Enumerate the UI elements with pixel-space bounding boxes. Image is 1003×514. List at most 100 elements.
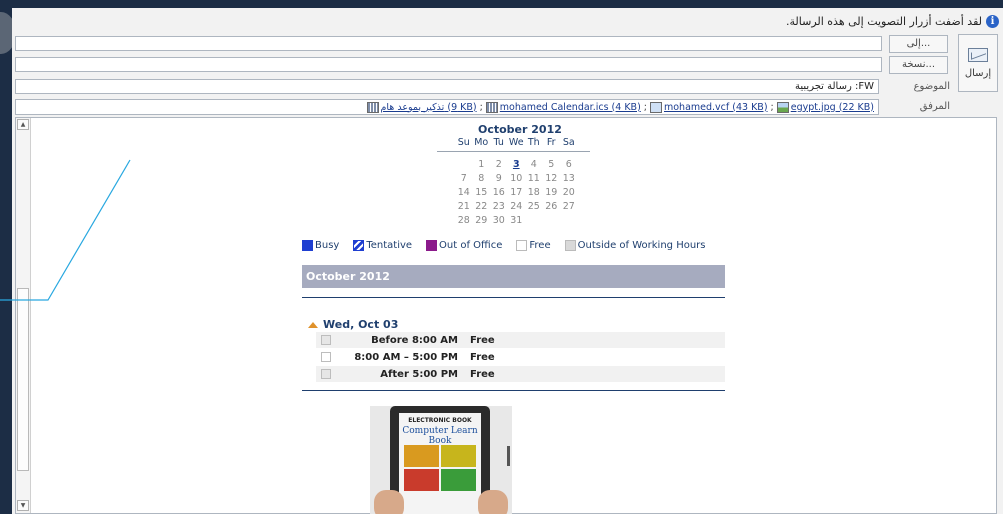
book-tile bbox=[441, 445, 476, 467]
calendar-file-icon bbox=[485, 101, 498, 113]
scroll-up-arrow-icon[interactable]: ▲ bbox=[17, 119, 29, 130]
slot-status-swatch bbox=[321, 369, 331, 379]
attachment-label: المرفق bbox=[919, 101, 950, 112]
calendar-days: 1 2 3 4 5 6 7 8 9 10 11 12 13 14 15 16 17 18 19 20 21 22 23 24 2… bbox=[455, 158, 575, 228]
slot-status: Free bbox=[470, 334, 495, 346]
calendar-day[interactable]: 28 bbox=[455, 214, 473, 228]
calendar-day[interactable]: 21 bbox=[455, 200, 473, 214]
attachment-separator: ; bbox=[770, 101, 774, 113]
subject-value: FW: رسالة تجريبية bbox=[795, 81, 874, 92]
calendar-day[interactable]: 14 bbox=[455, 186, 473, 200]
scroll-thumb[interactable] bbox=[17, 288, 29, 471]
calendar-day[interactable]: 31 bbox=[508, 214, 526, 228]
calendar-day[interactable]: 12 bbox=[543, 172, 561, 186]
busy-swatch-icon bbox=[302, 240, 313, 251]
calendar-week-row: 123456 bbox=[455, 158, 575, 172]
attachment-separator: ; bbox=[479, 101, 483, 113]
to-field[interactable] bbox=[15, 36, 882, 51]
calendar-day[interactable]: 1 bbox=[473, 158, 491, 172]
collapse-triangle-icon[interactable] bbox=[308, 321, 318, 328]
weekday: Sa bbox=[562, 137, 575, 148]
calendar-day[interactable]: 26 bbox=[543, 200, 561, 214]
calendar-day[interactable]: 6 bbox=[560, 158, 578, 172]
outside-hours-swatch-icon bbox=[564, 240, 576, 251]
attachment-item[interactable]: mohamed.vcf (43 KB) bbox=[649, 101, 768, 113]
legend-item: Outside of Working Hours bbox=[564, 240, 706, 251]
subject-label: الموضوع bbox=[913, 81, 950, 92]
contact-card-icon bbox=[649, 101, 662, 113]
legend-item: Busy bbox=[302, 240, 339, 251]
to-button[interactable]: إلى... bbox=[889, 35, 948, 53]
calendar-week-row: 28 29 30 31 bbox=[455, 214, 575, 228]
attachment-item[interactable]: egypt.jpg (22 KB) bbox=[776, 101, 874, 113]
calendar-day[interactable]: 19 bbox=[543, 186, 561, 200]
ebook-screen: ELECTRONIC BOOK Computer Learn Book bbox=[399, 413, 481, 514]
calendar-day[interactable]: 24 bbox=[508, 200, 526, 214]
ebook-tiles bbox=[404, 445, 476, 491]
ebook-title: Computer Learn Book bbox=[402, 426, 478, 446]
calendar-day[interactable]: 29 bbox=[473, 214, 491, 228]
ebook-device: ELECTRONIC BOOK Computer Learn Book bbox=[390, 406, 510, 514]
weekday: We bbox=[508, 137, 524, 148]
slot-time: After 5:00 PM bbox=[380, 368, 458, 380]
calendar-day[interactable]: 23 bbox=[490, 200, 508, 214]
day-heading-label: Wed, Oct 03 bbox=[323, 318, 399, 331]
calendar-day[interactable]: 11 bbox=[525, 172, 543, 186]
send-button[interactable]: إرسال bbox=[958, 34, 998, 92]
calendar-day[interactable]: 9 bbox=[490, 172, 508, 186]
ebook-label: ELECTRONIC BOOK bbox=[408, 417, 472, 424]
calendar-day[interactable]: 18 bbox=[525, 186, 543, 200]
cc-field[interactable] bbox=[15, 57, 882, 72]
calendar-day[interactable]: 2 bbox=[490, 158, 508, 172]
calendar-day[interactable]: 15 bbox=[473, 186, 491, 200]
tentative-swatch-icon bbox=[353, 240, 365, 251]
free-swatch-icon bbox=[516, 240, 528, 251]
slot-time: 8:00 AM – 5:00 PM bbox=[354, 351, 458, 363]
to-button-label: إلى... bbox=[906, 38, 931, 49]
calendar-day[interactable]: 17 bbox=[508, 186, 526, 200]
out-of-office-swatch-icon bbox=[426, 240, 438, 251]
hand-right bbox=[478, 490, 508, 514]
day-heading[interactable]: Wed, Oct 03 bbox=[308, 318, 398, 331]
book-tile bbox=[404, 445, 439, 467]
image-file-icon bbox=[776, 101, 789, 113]
scroll-down-arrow-icon[interactable]: ▼ bbox=[17, 500, 29, 511]
slot-status: Free bbox=[470, 351, 495, 363]
ebook-image: ELECTRONIC BOOK Computer Learn Book bbox=[370, 406, 512, 514]
weekday: Su bbox=[457, 137, 470, 148]
calendar-day[interactable]: 4 bbox=[525, 158, 543, 172]
calendar-day[interactable]: 27 bbox=[560, 200, 578, 214]
calendar-day[interactable]: 8 bbox=[473, 172, 491, 186]
calendar-month-title: October 2012 bbox=[478, 123, 562, 136]
vertical-scrollbar[interactable]: ▲ ▼ bbox=[16, 118, 31, 513]
cc-button-label: نسخة... bbox=[901, 59, 936, 70]
slot-status-swatch bbox=[321, 335, 331, 345]
legend-label: Outside of Working Hours bbox=[577, 240, 706, 251]
slot-time: Before 8:00 AM bbox=[371, 334, 458, 346]
attachment-item[interactable]: mohamed Calendar.ics (4 KB) bbox=[485, 101, 641, 113]
divider bbox=[302, 297, 725, 298]
calendar-day[interactable]: 30 bbox=[490, 214, 508, 228]
calendar-day[interactable]: 3 bbox=[508, 158, 526, 172]
info-icon: i bbox=[986, 14, 999, 28]
calendar-day[interactable]: 13 bbox=[560, 172, 578, 186]
attachment-item[interactable]: تذكير بموعد هام (9 KB) bbox=[366, 101, 477, 113]
calendar-day[interactable]: 5 bbox=[543, 158, 561, 172]
subject-field[interactable]: FW: رسالة تجريبية bbox=[15, 79, 879, 94]
mini-calendar: Su Mo Tu We Th Fr Sa 1 2 3 4 5 6 7 8 9 10 11 12 13 14… bbox=[437, 137, 590, 228]
info-bar: i لقد أضفت أزرار التصويت إلى هذه الرسالة… bbox=[786, 13, 999, 29]
calendar-day[interactable]: 22 bbox=[473, 200, 491, 214]
legend-label: Tentative bbox=[366, 240, 413, 251]
calendar-day bbox=[525, 214, 543, 228]
book-tile bbox=[404, 469, 439, 491]
attachment-name: تذكير بموعد هام (9 KB) bbox=[380, 101, 477, 113]
send-button-label: إرسال bbox=[964, 67, 992, 79]
cc-button[interactable]: نسخة... bbox=[889, 56, 948, 74]
calendar-day[interactable]: 25 bbox=[525, 200, 543, 214]
calendar-day[interactable]: 10 bbox=[508, 172, 526, 186]
calendar-day[interactable]: 16 bbox=[490, 186, 508, 200]
calendar-day[interactable]: 20 bbox=[560, 186, 578, 200]
info-bar-text: لقد أضفت أزرار التصويت إلى هذه الرسالة. bbox=[786, 14, 982, 28]
calendar-day[interactable]: 7 bbox=[455, 172, 473, 186]
calendar-week-row: 14 15 16 17 18 19 20 bbox=[455, 186, 575, 200]
